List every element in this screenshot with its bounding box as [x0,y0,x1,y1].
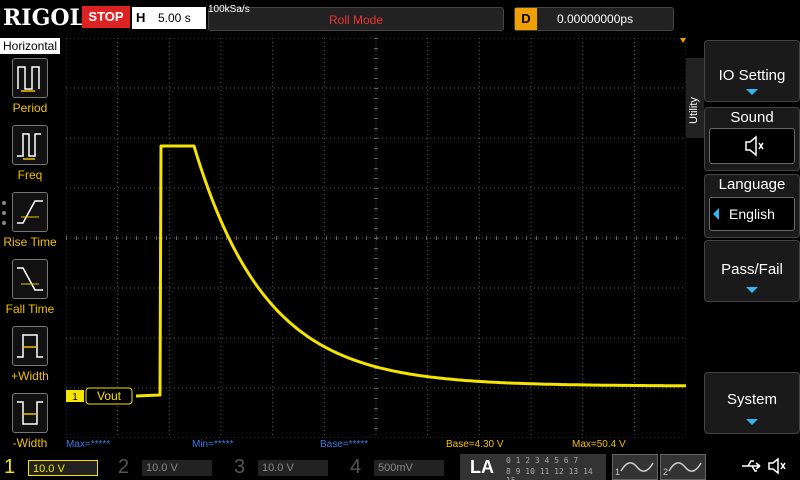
measure-max-1: Max=***** [66,439,111,450]
measure-rise-time[interactable]: Rise Time [0,192,60,254]
language-button[interactable]: Language English [704,174,800,238]
chevron-down-icon [746,287,758,293]
speaker-icon [745,135,764,157]
mode-status-box: Roll Mode [208,7,504,31]
generator-2-number: 2 [663,467,669,477]
delay-label: D [515,8,537,30]
channel-2-box[interactable]: 2 10.0 V [116,454,220,480]
system-label: System [726,391,777,408]
period-icon [12,58,48,98]
timebase-box[interactable]: H 5.00 s [132,7,206,29]
speaker-muted-icon[interactable] [766,456,788,476]
measure-base-2: Base=4.30 V [446,439,504,450]
pass-fail-button[interactable]: Pass/Fail [704,240,800,302]
negative-width-icon [12,393,48,433]
io-setting-label: IO Setting [718,67,786,84]
mode-text: Roll Mode [328,13,384,27]
io-setting-button[interactable]: IO Setting [704,40,800,102]
measure-fall-time-label: Fall Time [5,302,55,316]
language-value: English [729,206,775,222]
channel-2-scale: 10.0 V [142,460,212,476]
measure-negative-width-label: -Width [12,436,48,450]
generator-1-number: 1 [615,467,621,477]
measure-period-label: Period [12,101,48,115]
channel-1-label: Vout [97,389,122,403]
measure-menu: Horizontal Period Freq Rise Time Fall Ti… [0,38,60,460]
measure-freq[interactable]: Freq [0,125,60,187]
measure-menu-title: Horizontal [0,38,60,54]
rise-time-icon [12,192,48,232]
channel-1-marker-num: 1 [72,392,78,403]
channel-4-scale: 500mV [374,460,444,476]
delay-box[interactable]: D 0.00000000ps [514,7,674,31]
horizontal-label: H [136,10,146,25]
channel-bar: 1 10.0 V 2 10.0 V 3 10.0 V 4 500mV LA 0 … [0,452,800,480]
utility-tab-label: Utility [688,97,700,124]
generator-1-box[interactable]: 1 [612,454,658,480]
sound-toggle[interactable] [709,128,795,164]
channel-3-scale: 10.0 V [258,460,328,476]
measure-positive-width-label: +Width [11,369,49,383]
timebase-value: 5.00 s [158,11,191,25]
sample-rate: 100kSa/s [208,4,250,15]
channel-1-number: 1 [4,456,16,478]
system-button[interactable]: System [704,372,800,434]
pass-fail-label: Pass/Fail [721,261,783,278]
utility-tab[interactable]: Utility [686,58,704,138]
utility-menu: Utility IO Setting Sound Language Englis… [686,38,800,460]
frequency-icon [12,125,48,165]
measure-fall-time[interactable]: Fall Time [0,259,60,321]
measure-negative-width[interactable]: -Width [0,393,60,455]
channel-1-scale: 10.0 V [28,460,98,476]
measure-period[interactable]: Period [0,58,60,120]
measure-min: Min=***** [192,439,234,450]
waveform-graticule: 1 Vout [66,38,686,438]
usb-icon [742,460,761,472]
delay-value: 0.00000000ps [557,12,634,26]
channel-1-trace [135,144,686,398]
fall-time-icon [12,259,48,299]
measure-freq-label: Freq [17,168,43,182]
chevron-down-icon [746,89,758,95]
measure-base-1: Base=***** [320,439,369,450]
measure-positive-width[interactable]: +Width [0,326,60,388]
sound-button[interactable]: Sound [704,107,800,171]
language-select[interactable]: English [709,197,795,231]
la-bank-high: 8 9 10 11 12 13 14 15 [506,467,593,480]
brand-logo: RIGOL [3,5,85,31]
sound-label: Sound [730,109,774,126]
measure-rise-time-label: Rise Time [3,235,57,249]
channel-1-box[interactable]: 1 10.0 V [2,454,102,480]
logic-analyzer-label: LA [470,457,494,477]
channel-3-number: 3 [234,456,246,478]
measure-max-2: Max=50.4 V [572,439,626,450]
channel-1-marker[interactable]: 1 Vout [66,387,133,405]
generator-2-box[interactable]: 2 [660,454,706,480]
channel-4-box[interactable]: 4 500mV [348,454,452,480]
positive-width-icon [12,326,48,366]
channel-2-number: 2 [118,456,130,478]
la-bank-low: 0 1 2 3 4 5 6 7 [506,456,579,465]
language-label: Language [718,176,786,193]
run-stop-button[interactable]: STOP [82,6,130,28]
channel-3-box[interactable]: 3 10.0 V [232,454,336,480]
channel-4-number: 4 [350,456,362,478]
chevron-down-icon [746,419,758,425]
waveform-display[interactable]: 1 Vout [66,38,686,438]
measurement-row: Max=***** Min=***** Base=***** Base=4.30… [60,438,686,452]
logic-analyzer-box[interactable]: LA 0 1 2 3 4 5 6 7 8 9 10 11 12 13 14 15 [460,454,606,480]
top-bar: RIGOL STOP H 5.00 s Roll Mode 100kSa/s D… [0,0,800,38]
